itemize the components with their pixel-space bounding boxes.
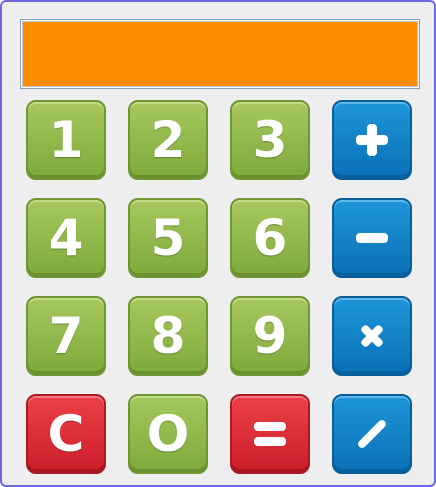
key-8-button[interactable]: 8 <box>128 296 208 376</box>
key-9-button[interactable]: 9 <box>230 296 310 376</box>
key-6-button[interactable]: 6 <box>230 198 310 278</box>
divide-slash-icon <box>358 420 386 448</box>
key-2-button[interactable]: 2 <box>128 100 208 180</box>
calculator-window: 1 2 3 4 5 6 7 8 9 C O <box>0 0 436 487</box>
subtract-button[interactable] <box>332 198 412 278</box>
clear-button[interactable]: C <box>26 394 106 474</box>
key-3-button[interactable]: 3 <box>230 100 310 180</box>
minus-icon <box>356 233 388 243</box>
key-7-button[interactable]: 7 <box>26 296 106 376</box>
key-1-button[interactable]: 1 <box>26 100 106 180</box>
display-field[interactable] <box>20 19 420 89</box>
key-4-button[interactable]: 4 <box>26 198 106 278</box>
keypad: 1 2 3 4 5 6 7 8 9 C O <box>26 100 412 474</box>
add-button[interactable] <box>332 100 412 180</box>
key-5-button[interactable]: 5 <box>128 198 208 278</box>
times-icon <box>361 325 383 347</box>
multiply-button[interactable] <box>332 296 412 376</box>
divide-button[interactable] <box>332 394 412 474</box>
plus-icon <box>356 124 388 156</box>
key-0-button[interactable]: O <box>128 394 208 474</box>
equals-button[interactable] <box>230 394 310 474</box>
equals-icon <box>254 422 286 446</box>
